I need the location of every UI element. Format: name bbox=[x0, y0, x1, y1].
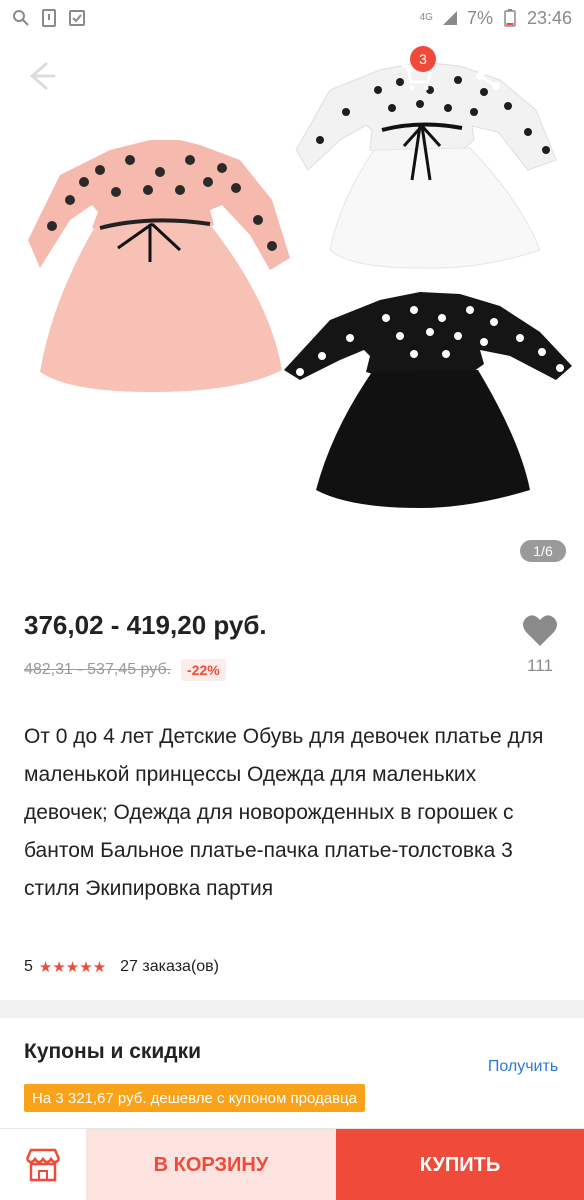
store-icon bbox=[25, 1148, 61, 1182]
black-polka-dress bbox=[284, 292, 572, 508]
heart-icon[interactable] bbox=[520, 612, 560, 648]
add-to-cart-button[interactable]: В КОРЗИНУ bbox=[86, 1129, 336, 1200]
checklist-icon bbox=[69, 10, 85, 26]
price-section: 376,02 - 419,20 руб. 482,31 - 537,45 руб… bbox=[24, 610, 560, 681]
battery-icon bbox=[504, 9, 516, 27]
search-icon bbox=[13, 10, 29, 26]
product-title: От 0 до 4 лет Детские Обувь для девочек … bbox=[24, 725, 544, 900]
image-page-indicator: 1/6 bbox=[520, 540, 566, 562]
sim-alert-icon bbox=[42, 9, 56, 27]
rating-stars: ★★★★★ bbox=[38, 959, 107, 976]
price-range: 376,02 - 419,20 руб. bbox=[24, 610, 267, 640]
share-icon[interactable] bbox=[468, 56, 508, 96]
store-button[interactable] bbox=[0, 1129, 86, 1200]
rating-value: 5 bbox=[24, 958, 33, 975]
coupons-section: Купоны и скидки На 3 321,67 руб. дешевле… bbox=[0, 1018, 584, 1128]
back-arrow-icon[interactable] bbox=[20, 56, 60, 96]
buy-now-button[interactable]: КУПИТЬ bbox=[336, 1129, 584, 1200]
more-vert-icon[interactable] bbox=[540, 56, 564, 96]
get-coupon-button[interactable]: Получить bbox=[478, 1056, 568, 1078]
discount-badge: -22% bbox=[181, 659, 226, 681]
cart-count-badge: 3 bbox=[410, 46, 436, 72]
top-app-bar: 3 bbox=[0, 40, 584, 110]
signal-icon bbox=[442, 11, 457, 25]
old-price-row: 482,31 - 537,45 руб. -22% bbox=[24, 659, 560, 681]
coupons-title: Купоны и скидки bbox=[24, 1040, 202, 1063]
favorites-count: 111 bbox=[527, 656, 553, 675]
coupon-tag: На 3 321,67 руб. дешевле с купоном прода… bbox=[24, 1084, 365, 1112]
orders-count: 27 заказа(ов) bbox=[120, 958, 219, 975]
clock: 23:46 bbox=[526, 7, 572, 28]
product-page: 1/6 4G 7% 23:46 3 376,02 - 419,20 руб. 4… bbox=[0, 0, 584, 1200]
pink-polka-dress bbox=[28, 140, 290, 392]
rating-row[interactable]: 5 ★★★★★ 27 заказа(ов) bbox=[24, 958, 219, 976]
network-type: 4G bbox=[419, 12, 433, 23]
status-bar: 4G 7% 23:46 bbox=[0, 0, 584, 36]
section-divider bbox=[0, 1000, 584, 1018]
old-price: 482,31 - 537,45 руб. bbox=[24, 661, 172, 678]
bottom-action-bar: В КОРЗИНУ КУПИТЬ bbox=[0, 1128, 584, 1200]
battery-percent: 7% bbox=[466, 7, 493, 28]
